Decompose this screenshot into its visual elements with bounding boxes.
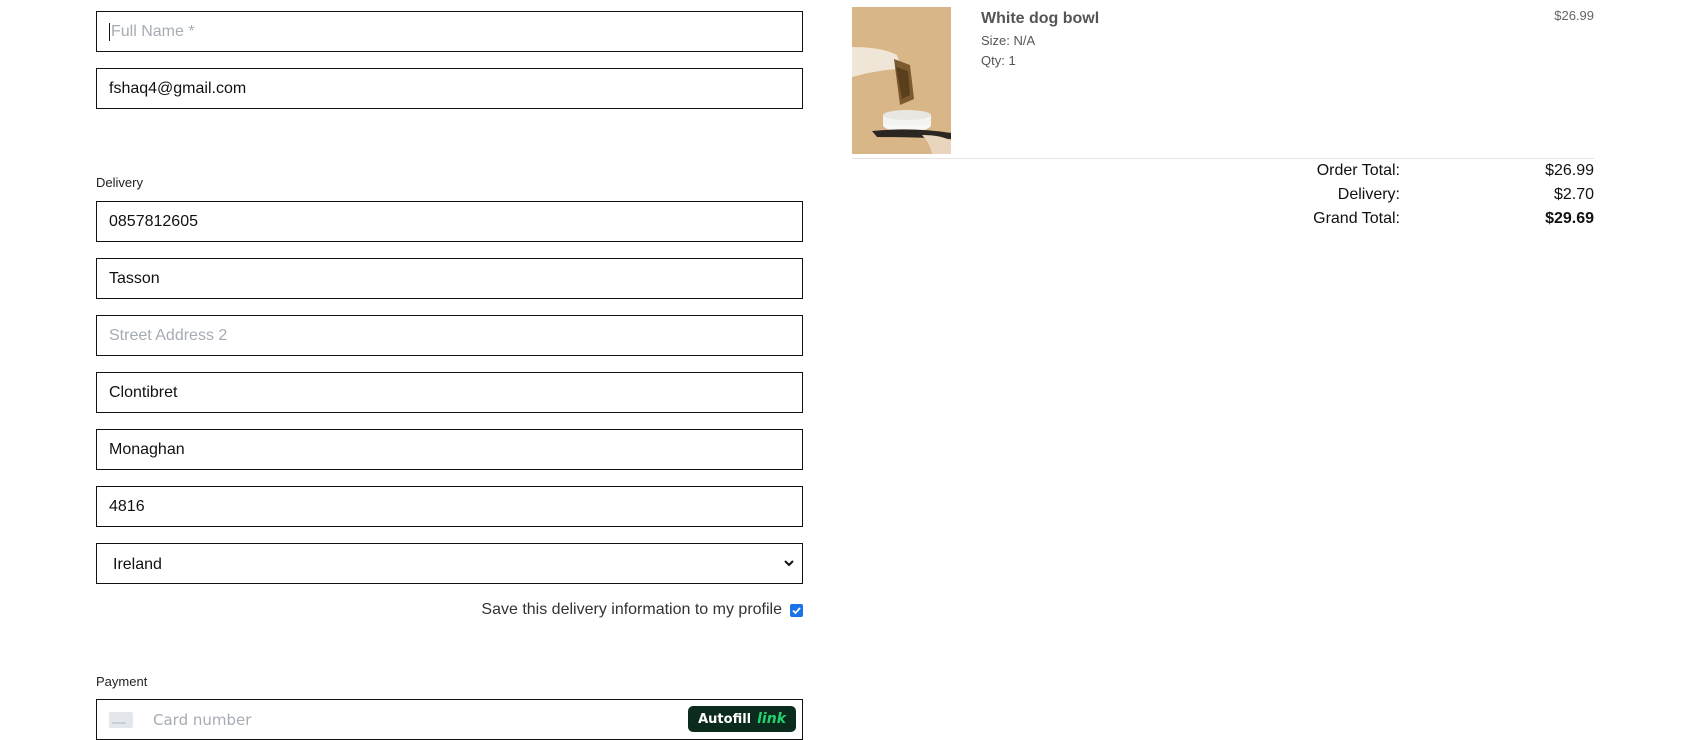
payment-section-label: Payment bbox=[96, 674, 148, 689]
order-total-value: $26.99 bbox=[1545, 162, 1594, 179]
email-input[interactable]: fshaq4@gmail.com bbox=[96, 68, 803, 109]
save-delivery-checkbox[interactable] bbox=[790, 603, 803, 617]
grand-total-label: Grand Total: bbox=[1313, 210, 1400, 227]
full-name-placeholder: Full Name * bbox=[111, 22, 195, 40]
autofill-label: Autofill bbox=[698, 711, 752, 727]
credit-card-icon bbox=[109, 711, 133, 728]
country-selected-value: Ireland bbox=[113, 555, 162, 573]
card-number-placeholder: Card number bbox=[153, 710, 252, 729]
delivery-cost-label: Delivery: bbox=[1337, 186, 1400, 203]
dog-bowl-photo bbox=[852, 7, 951, 154]
grand-total-value: $29.69 bbox=[1545, 210, 1594, 227]
full-name-input[interactable]: Full Name * bbox=[96, 11, 803, 52]
street-address-1-value: Tasson bbox=[109, 269, 160, 287]
phone-input[interactable]: 0857812605 bbox=[96, 201, 803, 242]
street-address-2-input[interactable]: Street Address 2 bbox=[96, 315, 803, 356]
street-address-1-input[interactable]: Tasson bbox=[96, 258, 803, 299]
delivery-section-label: Delivery bbox=[96, 175, 143, 190]
link-brand-label: link bbox=[757, 711, 786, 727]
checkmark-icon bbox=[792, 606, 801, 614]
chevron-down-icon bbox=[784, 560, 794, 567]
text-cursor bbox=[109, 22, 110, 41]
town-value: Clontibret bbox=[109, 383, 178, 401]
save-delivery-label: Save this delivery information to my pro… bbox=[481, 601, 782, 618]
summary-divider bbox=[852, 158, 1594, 159]
save-delivery-row: Save this delivery information to my pro… bbox=[96, 598, 803, 622]
town-input[interactable]: Clontibret bbox=[96, 372, 803, 413]
product-size: Size: N/A bbox=[981, 33, 1036, 48]
delivery-cost-value: $2.70 bbox=[1553, 186, 1594, 203]
country-select[interactable]: Ireland bbox=[96, 543, 803, 584]
product-qty: Qty: 1 bbox=[981, 53, 1016, 68]
county-value: Monaghan bbox=[109, 440, 185, 458]
product-image bbox=[852, 7, 951, 154]
email-value: fshaq4@gmail.com bbox=[109, 79, 247, 97]
product-name: White dog bowl bbox=[981, 10, 1100, 27]
county-input[interactable]: Monaghan bbox=[96, 429, 803, 470]
autofill-link-button[interactable]: Autofill link bbox=[688, 706, 796, 732]
street-address-2-placeholder: Street Address 2 bbox=[109, 326, 228, 344]
phone-value: 0857812605 bbox=[109, 212, 198, 230]
product-price: $26.99 bbox=[1554, 8, 1594, 23]
postcode-value: 4816 bbox=[109, 497, 145, 515]
order-total-label: Order Total: bbox=[1316, 162, 1400, 179]
postcode-input[interactable]: 4816 bbox=[96, 486, 803, 527]
card-number-input[interactable]: Card number Autofill link bbox=[96, 699, 803, 740]
